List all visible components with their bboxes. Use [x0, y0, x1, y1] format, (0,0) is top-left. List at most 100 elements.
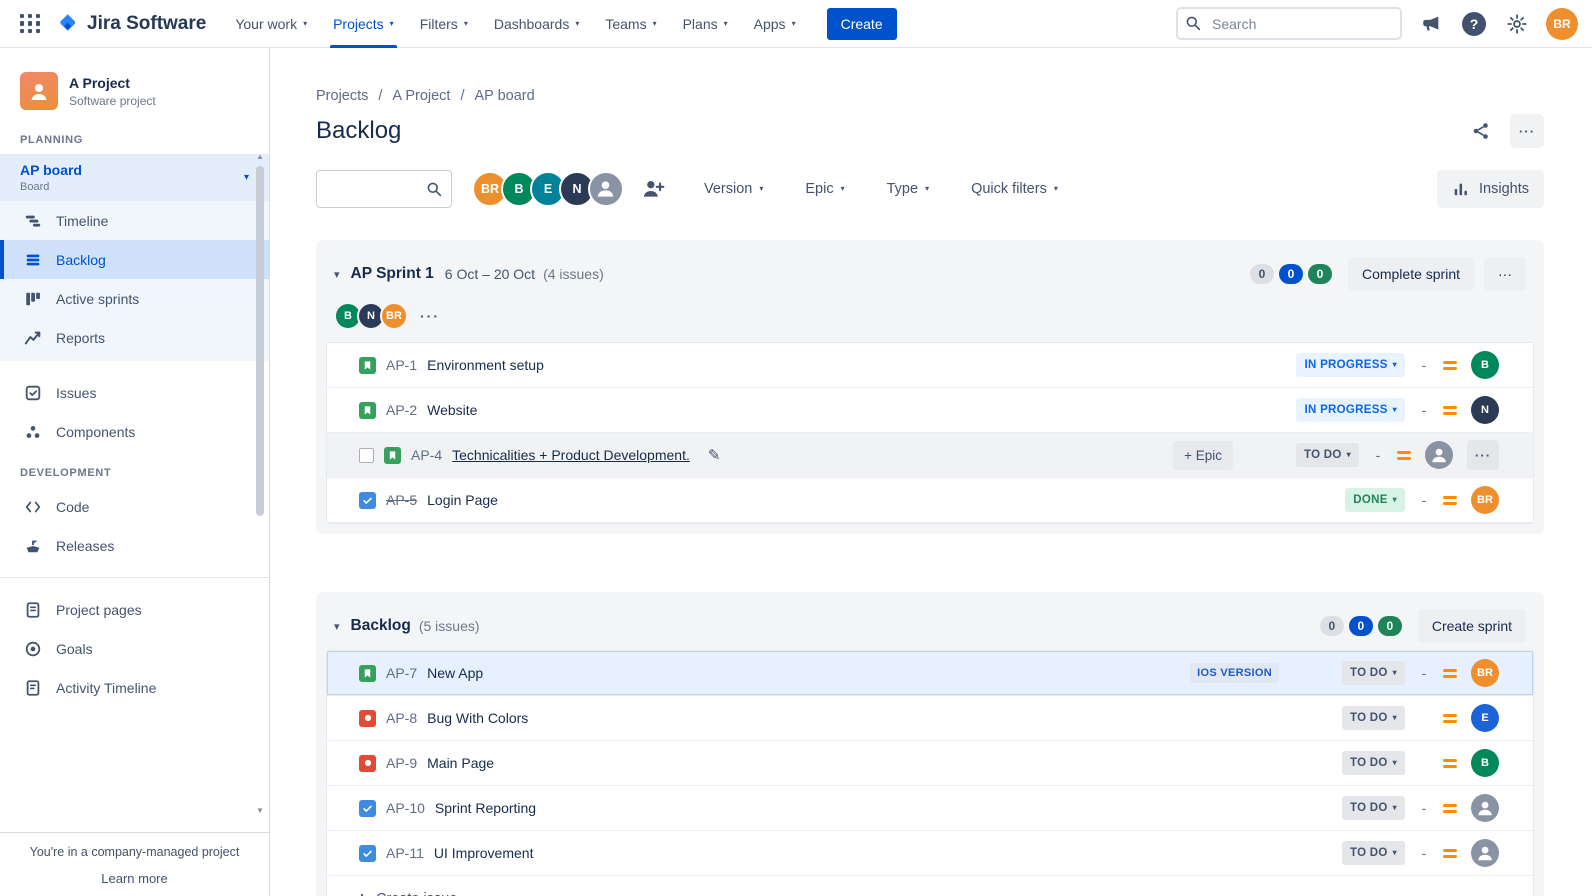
filter-epic[interactable]: Epic ▾: [805, 181, 844, 197]
status-dropdown[interactable]: IN PROGRESS ▾: [1296, 353, 1405, 377]
share-icon[interactable]: [1464, 114, 1498, 148]
filter-quick-filters[interactable]: Quick filters ▾: [971, 181, 1058, 197]
issue-row-ap-10[interactable]: AP-10 Sprint Reporting TO DO ▾ -: [327, 786, 1533, 831]
sidebar-item-goals[interactable]: Goals: [0, 629, 269, 668]
create-button[interactable]: Create: [826, 7, 897, 40]
avatar-b[interactable]: B: [1471, 749, 1499, 777]
nav-dashboards[interactable]: Dashboards ▾: [481, 0, 593, 48]
issue-row-ap-1[interactable]: AP-1 Environment setup IN PROGRESS ▾ - B: [327, 343, 1533, 388]
sidebar-item-active-sprints[interactable]: Active sprints: [0, 279, 269, 318]
sidebar-item-components[interactable]: Components: [0, 412, 269, 451]
project-header[interactable]: A Project Software project: [0, 48, 269, 118]
scroll-up-arrow-icon[interactable]: ▲: [254, 150, 266, 162]
insights-button[interactable]: Insights: [1437, 170, 1544, 208]
collapse-chevron-icon[interactable]: ▾: [334, 268, 340, 281]
board-switcher[interactable]: AP board Board ▾: [0, 154, 269, 201]
issue-summary[interactable]: Environment setup: [427, 357, 544, 373]
avatar-n[interactable]: N: [1471, 396, 1499, 424]
status-dropdown[interactable]: TO DO ▾: [1341, 841, 1405, 865]
avatar-br[interactable]: BR: [1471, 486, 1499, 514]
create-issue-button[interactable]: + Create issue: [327, 876, 1533, 896]
create-issue-label: Create issue: [376, 891, 457, 896]
issue-summary[interactable]: Main Page: [427, 755, 494, 771]
status-dropdown[interactable]: TO DO ▾: [1341, 706, 1405, 730]
issue-row-ap-5[interactable]: AP-5 Login Page DONE ▾ - BR: [327, 478, 1533, 523]
generic-avatar-icon[interactable]: [588, 171, 624, 207]
global-search-input[interactable]: [1176, 7, 1402, 40]
status-dropdown[interactable]: TO DO ▾: [1341, 796, 1405, 820]
collapse-chevron-icon[interactable]: ▾: [334, 620, 340, 633]
status-dropdown[interactable]: IN PROGRESS ▾: [1296, 398, 1405, 422]
scrollbar-thumb[interactable]: [256, 166, 264, 516]
issue-more-button[interactable]: ···: [1467, 440, 1499, 470]
sidebar-item-timeline[interactable]: Timeline: [0, 201, 269, 240]
learn-more-link[interactable]: Learn more: [8, 871, 261, 886]
sidebar-item-issues[interactable]: Issues: [0, 373, 269, 412]
issue-summary[interactable]: Website: [427, 402, 477, 418]
issue-summary[interactable]: Technicalities + Product Development.: [452, 447, 690, 463]
nav-plans[interactable]: Plans ▾: [670, 0, 741, 48]
edit-pencil-icon[interactable]: ✎: [708, 446, 721, 464]
avatar-br[interactable]: BR: [380, 302, 408, 330]
estimate-value: -: [1421, 665, 1427, 681]
add-people-icon[interactable]: [640, 176, 666, 202]
app-switcher-icon[interactable]: [14, 8, 46, 40]
generic-avatar-icon[interactable]: [1471, 839, 1499, 867]
breadcrumb-board[interactable]: AP board: [474, 88, 534, 104]
issue-checkbox[interactable]: [359, 447, 374, 463]
sidebar-item-backlog[interactable]: Backlog: [0, 240, 269, 279]
avatar-br[interactable]: BR: [1471, 659, 1499, 687]
avatar-e[interactable]: E: [1471, 704, 1499, 732]
sidebar-item-activity-timeline[interactable]: Activity Timeline: [0, 668, 269, 707]
nav-your-work[interactable]: Your work ▾: [222, 0, 320, 48]
add-epic-button[interactable]: + Epic: [1173, 440, 1233, 470]
help-icon[interactable]: ?: [1460, 10, 1488, 38]
sidebar-item-reports[interactable]: Reports: [0, 318, 269, 357]
issue-row-ap-2[interactable]: AP-2 Website IN PROGRESS ▾ - N: [327, 388, 1533, 433]
sidebar-item-code[interactable]: Code: [0, 487, 269, 526]
nav-teams[interactable]: Teams ▾: [592, 0, 669, 48]
sidebar-item-label: Releases: [56, 537, 115, 554]
user-avatar[interactable]: BR: [1546, 7, 1578, 40]
status-dropdown[interactable]: TO DO ▾: [1341, 751, 1405, 775]
issue-summary[interactable]: Sprint Reporting: [435, 800, 536, 816]
jira-logo[interactable]: Jira Software: [56, 12, 206, 36]
filter-version[interactable]: Version ▾: [704, 181, 763, 197]
sprint-more-button[interactable]: ···: [1484, 257, 1526, 291]
avatar-b[interactable]: B: [1471, 351, 1499, 379]
issue-summary[interactable]: UI Improvement: [434, 845, 534, 861]
issue-row-right: TO DO ▾ B: [1293, 749, 1499, 777]
nav-projects[interactable]: Projects ▾: [320, 0, 407, 48]
sprint-title[interactable]: AP Sprint 1: [351, 265, 434, 283]
status-dropdown[interactable]: DONE ▾: [1345, 488, 1405, 512]
sprint-avatars-more-button[interactable]: ···: [420, 308, 440, 324]
code-icon: [25, 501, 41, 512]
issue-row-ap-11[interactable]: AP-11 UI Improvement TO DO ▾ -: [327, 831, 1533, 876]
scroll-down-arrow-icon[interactable]: ▼: [254, 804, 266, 816]
issue-summary[interactable]: Login Page: [427, 492, 498, 508]
nav-filters[interactable]: Filters ▾: [407, 0, 481, 48]
issue-summary[interactable]: New App: [427, 665, 483, 681]
announcements-icon[interactable]: [1417, 10, 1445, 38]
settings-gear-icon[interactable]: [1503, 10, 1531, 38]
filter-type[interactable]: Type ▾: [887, 181, 929, 197]
issue-summary[interactable]: Bug With Colors: [427, 710, 528, 726]
complete-sprint-button[interactable]: Complete sprint: [1347, 257, 1474, 291]
issue-row-ap-7[interactable]: AP-7 New App IOS VERSION TO DO ▾ - BR: [327, 651, 1533, 696]
issue-row-ap-9[interactable]: AP-9 Main Page TO DO ▾ B: [327, 741, 1533, 786]
generic-avatar-icon[interactable]: [1471, 794, 1499, 822]
backlog-title[interactable]: Backlog: [351, 617, 411, 635]
generic-avatar-icon[interactable]: [1425, 441, 1453, 469]
status-dropdown[interactable]: TO DO ▾: [1341, 661, 1405, 685]
breadcrumb-project[interactable]: A Project: [392, 88, 450, 104]
issue-row-ap-4[interactable]: AP-4 Technicalities + Product Development…: [327, 433, 1533, 478]
breadcrumb-projects[interactable]: Projects: [316, 88, 368, 104]
sidebar-scrollbar[interactable]: ▲ ▼: [254, 150, 266, 816]
page-more-button[interactable]: ···: [1510, 114, 1544, 148]
sidebar-item-project-pages[interactable]: Project pages: [0, 590, 269, 629]
issue-row-ap-8[interactable]: AP-8 Bug With Colors TO DO ▾ E: [327, 696, 1533, 741]
status-dropdown[interactable]: TO DO ▾: [1295, 443, 1359, 467]
nav-apps[interactable]: Apps ▾: [741, 0, 809, 48]
sidebar-item-releases[interactable]: Releases: [0, 526, 269, 565]
create-sprint-button[interactable]: Create sprint: [1417, 609, 1526, 643]
